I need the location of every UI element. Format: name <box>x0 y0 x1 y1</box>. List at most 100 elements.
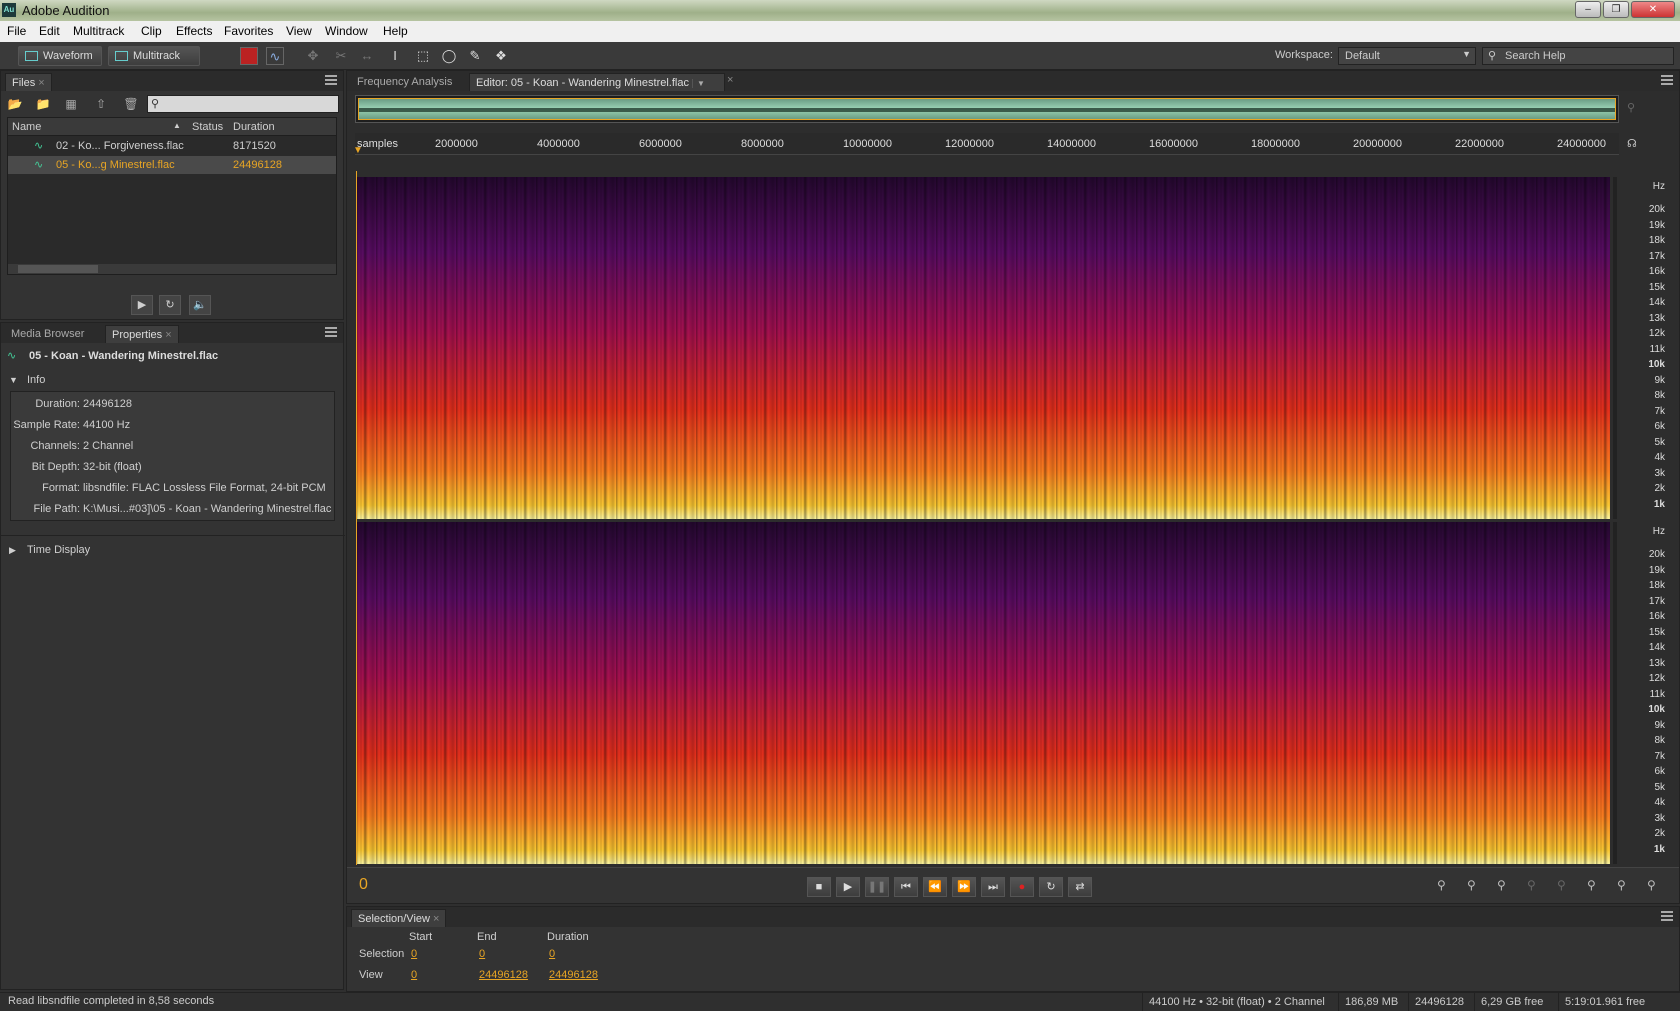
selection-duration[interactable]: 0 <box>549 948 555 960</box>
ruler-tick: 20000000 <box>1353 138 1402 150</box>
fast-forward-icon[interactable]: ⏩ <box>952 877 976 897</box>
playhead-marker-icon[interactable]: ▼ <box>353 145 363 156</box>
play-icon[interactable]: ▶ <box>836 877 860 897</box>
new-file-icon[interactable]: ▦ <box>61 95 81 113</box>
zoom-overview-icon[interactable]: ⚲ <box>1627 101 1635 114</box>
file-row[interactable]: ∿ 02 - Ko... Forgiveness.flac 8171520 <box>8 137 336 155</box>
menu-help[interactable]: Help <box>383 24 408 38</box>
razor-tool-icon[interactable]: ✂ <box>332 47 350 65</box>
view-duration[interactable]: 24496128 <box>549 969 598 981</box>
rewind-icon[interactable]: ⏪ <box>923 877 947 897</box>
panel-menu-icon[interactable] <box>1661 75 1673 85</box>
waveform-display-icon[interactable]: ∿ <box>266 47 284 65</box>
column-name[interactable]: Name <box>12 121 41 133</box>
close-tab-icon[interactable]: × <box>727 74 733 86</box>
menu-view[interactable]: View <box>286 24 312 38</box>
tab-frequency-analysis[interactable]: Frequency Analysis <box>351 73 458 91</box>
overview-viewport[interactable] <box>358 98 1616 120</box>
view-start[interactable]: 0 <box>411 969 417 981</box>
import-file-icon[interactable]: 📁 <box>33 95 53 113</box>
move-tool-icon[interactable]: ✥ <box>304 47 322 65</box>
workspace-select[interactable]: Default ▼ <box>1338 47 1476 65</box>
files-scrollbar[interactable] <box>8 264 336 274</box>
zoom-out-full-icon[interactable]: ⚲ <box>1557 878 1566 892</box>
tab-files[interactable]: Files × <box>5 73 52 91</box>
menu-edit[interactable]: Edit <box>39 24 60 38</box>
column-status[interactable]: Status <box>192 121 223 133</box>
panel-menu-icon[interactable] <box>1661 911 1673 921</box>
waveform-button[interactable]: Waveform <box>18 46 102 66</box>
view-end[interactable]: 24496128 <box>479 969 528 981</box>
tab-media-browser[interactable]: Media Browser <box>5 325 90 343</box>
restore-button[interactable]: ❐ <box>1603 1 1629 18</box>
slip-tool-icon[interactable]: ↔ <box>358 47 376 65</box>
hz-tick: 19k <box>1648 220 1665 231</box>
marquee-tool-icon[interactable]: ⬚ <box>414 47 432 65</box>
record-icon[interactable]: ● <box>1010 877 1034 897</box>
delete-icon[interactable]: 🗑 <box>121 95 141 113</box>
zoom-out-amplitude-icon[interactable]: ⚲ <box>1467 878 1476 892</box>
menu-favorites[interactable]: Favorites <box>224 24 273 38</box>
tab-selection-view[interactable]: Selection/View × <box>351 909 447 927</box>
panel-menu-icon[interactable] <box>325 75 337 85</box>
scrollbar-thumb[interactable] <box>18 265 98 273</box>
overview-bar[interactable] <box>355 95 1619 123</box>
zoom-out-all-icon[interactable]: ⚲ <box>1647 878 1656 892</box>
loop-icon[interactable]: ↻ <box>159 295 181 315</box>
stop-icon[interactable]: ■ <box>807 877 831 897</box>
skip-to-start-icon[interactable]: ⏮ <box>894 877 918 897</box>
minimize-button[interactable]: – <box>1575 1 1601 18</box>
multitrack-button[interactable]: Multitrack <box>108 46 200 66</box>
ruler-tick: 12000000 <box>945 138 994 150</box>
selection-start[interactable]: 0 <box>411 948 417 960</box>
spot-healing-tool-icon[interactable]: ❖ <box>492 47 510 65</box>
info-section-label[interactable]: Info <box>27 374 45 386</box>
spectral-display-icon[interactable] <box>240 47 258 65</box>
zoom-in-selection-icon[interactable]: ⚲ <box>1617 878 1626 892</box>
play-icon[interactable]: ▶ <box>131 295 153 315</box>
tab-editor[interactable]: Editor: 05 - Koan - Wandering Minestrel.… <box>469 73 725 91</box>
brush-tool-icon[interactable]: ✎ <box>466 47 484 65</box>
spectrogram-channel-left[interactable] <box>356 177 1610 519</box>
zoom-in-time-icon[interactable]: ⚲ <box>1497 878 1506 892</box>
menu-clip[interactable]: Clip <box>141 24 162 38</box>
lasso-tool-icon[interactable]: ◯ <box>440 47 458 65</box>
expand-time-display-icon[interactable]: ▶ <box>9 545 16 556</box>
time-ruler[interactable]: samples 2000000 4000000 6000000 8000000 … <box>353 133 1619 156</box>
menu-file[interactable]: File <box>7 24 26 38</box>
insert-icon[interactable]: ⇧ <box>91 95 111 113</box>
files-panel-header: Files × <box>1 71 343 91</box>
hz-tick: 3k <box>1654 813 1665 824</box>
zoom-in-amplitude-icon[interactable]: ⚲ <box>1437 878 1446 892</box>
open-file-icon[interactable]: 📂 <box>5 95 25 113</box>
hz-tick: 17k <box>1648 251 1665 262</box>
current-time-display[interactable]: 0 <box>359 876 368 894</box>
zoom-out-time-icon[interactable]: ⚲ <box>1527 878 1536 892</box>
menu-effects[interactable]: Effects <box>176 24 212 38</box>
loop-icon[interactable]: ↻ <box>1039 877 1063 897</box>
info-value: 24496128 <box>83 398 132 410</box>
close-button[interactable]: ✕ <box>1631 1 1675 18</box>
tab-properties[interactable]: Properties × <box>105 325 179 343</box>
autoplay-icon[interactable]: 🔈 <box>189 295 211 315</box>
zoom-in-point-icon[interactable]: ⚲ <box>1587 878 1596 892</box>
hz-tick: 16k <box>1648 266 1665 277</box>
chevron-down-icon: ▼ <box>692 79 705 88</box>
panel-menu-icon[interactable] <box>325 327 337 337</box>
menu-multitrack[interactable]: Multitrack <box>73 24 124 38</box>
skip-selection-icon[interactable]: ⇄ <box>1068 877 1092 897</box>
time-display-section-label[interactable]: Time Display <box>27 544 90 556</box>
headphones-icon[interactable]: ☊ <box>1627 137 1637 150</box>
column-duration[interactable]: Duration <box>233 121 275 133</box>
expand-info-icon[interactable]: ▼ <box>9 375 18 385</box>
time-selection-tool-icon[interactable]: I <box>386 47 404 65</box>
files-list-header: Name ▲ Status Duration <box>8 118 336 136</box>
files-search-input[interactable]: ⚲ <box>147 95 339 113</box>
pause-icon[interactable]: ❚❚ <box>865 877 889 897</box>
file-row-selected[interactable]: ∿ 05 - Ko...g Minestrel.flac 24496128 <box>8 156 336 174</box>
skip-to-end-icon[interactable]: ⏭ <box>981 877 1005 897</box>
selection-end[interactable]: 0 <box>479 948 485 960</box>
menu-window[interactable]: Window <box>325 24 368 38</box>
search-help-input[interactable]: ⚲ Search Help <box>1482 47 1674 65</box>
spectrogram-channel-right[interactable] <box>356 522 1610 864</box>
